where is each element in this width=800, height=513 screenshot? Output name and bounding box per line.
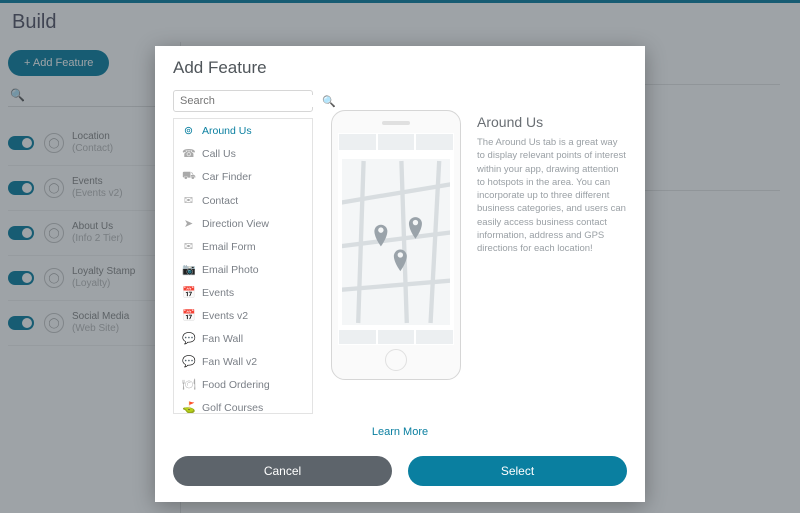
feature-item-label: Events: [202, 287, 234, 299]
feature-item-label: Contact: [202, 195, 238, 207]
feature-item-label: Fan Wall: [202, 333, 243, 345]
feature-item-icon: 💬: [182, 332, 195, 345]
feature-item-icon: 📅: [182, 286, 195, 299]
cancel-button[interactable]: Cancel: [173, 456, 392, 486]
feature-item[interactable]: 💬 Fan Wall v2: [174, 350, 312, 373]
modal-title: Add Feature: [155, 46, 645, 84]
feature-item[interactable]: ✉ Contact: [174, 189, 312, 212]
feature-item-label: Golf Courses: [202, 402, 263, 414]
feature-item-label: Events v2: [202, 310, 248, 322]
feature-item-label: Food Ordering: [202, 379, 270, 391]
feature-item[interactable]: 📅 Events: [174, 281, 312, 304]
phone-preview: [331, 110, 461, 380]
feature-item-label: Call Us: [202, 148, 236, 160]
add-feature-modal: Add Feature 🔍 ⊚ Around Us ☎ Call Us ⛟ Car Fin…: [155, 46, 645, 502]
feature-item[interactable]: ⊚ Around Us: [174, 119, 312, 142]
selected-feature-title: Around Us: [477, 114, 627, 130]
feature-item-icon: ➤: [182, 217, 195, 230]
feature-item-label: Fan Wall v2: [202, 356, 257, 368]
feature-item-label: Email Photo: [202, 264, 259, 276]
feature-item[interactable]: 📷 Email Photo: [174, 258, 312, 281]
selected-feature-desc: The Around Us tab is a great way to disp…: [477, 136, 627, 256]
feature-item[interactable]: ✉ Email Form: [174, 235, 312, 258]
feature-search-input[interactable]: [180, 95, 322, 107]
modal-overlay: Add Feature 🔍 ⊚ Around Us ☎ Call Us ⛟ Car Fin…: [0, 0, 800, 513]
feature-item-icon: 📅: [182, 309, 195, 322]
feature-item-icon: ⛳: [182, 401, 195, 413]
feature-search[interactable]: 🔍: [173, 90, 313, 112]
select-button[interactable]: Select: [408, 456, 627, 486]
feature-item[interactable]: ⛟ Car Finder: [174, 165, 312, 189]
feature-item[interactable]: 🍽 Food Ordering: [174, 373, 312, 396]
feature-item-icon: ✉: [182, 240, 195, 253]
feature-item[interactable]: ➤ Direction View: [174, 212, 312, 235]
feature-item-icon: ☎: [182, 147, 195, 160]
learn-more-link[interactable]: Learn More: [155, 418, 645, 446]
feature-item-icon: ⊚: [182, 124, 195, 137]
feature-item-icon: ⛟: [182, 170, 195, 184]
feature-item-label: Direction View: [202, 218, 269, 230]
feature-item[interactable]: 📅 Events v2: [174, 304, 312, 327]
feature-list-scroll[interactable]: ⊚ Around Us ☎ Call Us ⛟ Car Finder ✉ Contact ➤ Di…: [174, 119, 312, 413]
feature-item-icon: 💬: [182, 355, 195, 368]
feature-item-icon: 🍽: [182, 378, 195, 391]
feature-item-label: Around Us: [202, 125, 252, 137]
feature-list: ⊚ Around Us ☎ Call Us ⛟ Car Finder ✉ Contact ➤ Di…: [173, 118, 313, 414]
feature-item-icon: ✉: [182, 194, 195, 207]
feature-item[interactable]: ☎ Call Us: [174, 142, 312, 165]
feature-item[interactable]: 💬 Fan Wall: [174, 327, 312, 350]
feature-item-label: Email Form: [202, 241, 256, 253]
feature-item-label: Car Finder: [202, 171, 252, 183]
feature-item-icon: 📷: [182, 263, 195, 276]
feature-item[interactable]: ⛳ Golf Courses: [174, 396, 312, 413]
